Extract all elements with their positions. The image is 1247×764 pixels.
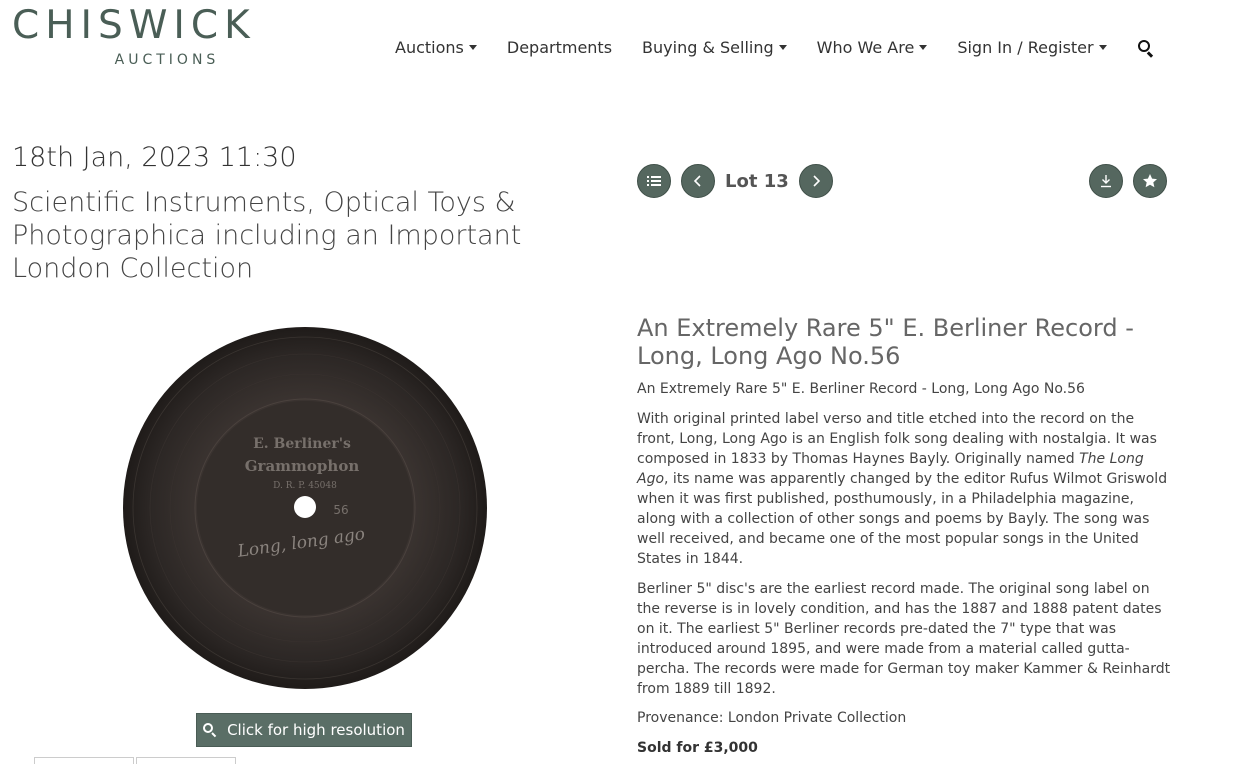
lot-title: An Extremely Rare 5" E. Berliner Record … — [637, 314, 1134, 370]
sale-date: 18th Jan, 2023 11:30 — [12, 142, 297, 173]
nav-buying-selling[interactable]: Buying & Selling — [642, 38, 787, 57]
thumbnail[interactable] — [136, 757, 236, 764]
star-icon — [1143, 174, 1157, 188]
lot-list-button[interactable] — [637, 164, 671, 198]
nav-who-we-are-label: Who We Are — [816, 38, 915, 57]
next-lot-button[interactable] — [798, 164, 833, 198]
nav-departments[interactable]: Departments — [507, 38, 612, 57]
caret-down-icon — [919, 45, 928, 50]
caret-down-icon — [778, 45, 787, 50]
caret-down-icon — [468, 45, 477, 50]
sold-price: Sold for £3,000 — [637, 740, 758, 756]
lot-number: Lot 13 — [725, 170, 789, 192]
nav-who-we-are[interactable]: Who We Are — [817, 38, 928, 57]
chiswick-logo[interactable]: CHISWICK AUCTIONS — [12, 3, 312, 69]
spindle-hole — [294, 496, 316, 518]
record-disc: E. Berliner's Grammophon D. R. P. 45048 … — [123, 327, 487, 689]
nav-auctions[interactable]: Auctions — [395, 38, 477, 57]
chevron-right-icon — [813, 175, 820, 187]
nav-departments-label: Departments — [506, 38, 613, 57]
lot-subtitle: An Extremely Rare 5" E. Berliner Record … — [637, 381, 1085, 397]
thumbnail[interactable] — [34, 757, 134, 764]
nav-auctions-label: Auctions — [395, 38, 464, 57]
lot-description-2: Berliner 5" disc's are the earliest reco… — [637, 581, 1171, 697]
sale-title[interactable]: Scientific Instruments, Optical Toys & P… — [12, 186, 592, 285]
record-label-line3: D. R. P. 45048 — [273, 481, 337, 491]
main-nav: Auctions Departments Buying & Selling Wh… — [395, 38, 1155, 57]
record-label-line1: E. Berliner's — [253, 436, 351, 452]
nav-sign-in-label: Sign In / Register — [957, 38, 1094, 57]
high-resolution-button[interactable]: Click for high resolution — [196, 713, 412, 747]
search-icon[interactable] — [1137, 39, 1155, 57]
caret-down-icon — [1098, 45, 1107, 50]
lot-navigation: Lot 13 — [637, 164, 833, 198]
lot-actions — [1089, 164, 1167, 198]
desc1-part-b: , its name was apparently changed by the… — [637, 471, 1168, 567]
logo-subtitle: AUCTIONS — [114, 52, 220, 68]
record-number: 56 — [333, 503, 348, 517]
nav-sign-in[interactable]: Sign In / Register — [957, 38, 1107, 57]
download-icon — [1101, 175, 1111, 188]
nav-buying-selling-label: Buying & Selling — [642, 38, 774, 57]
previous-lot-button[interactable] — [681, 164, 715, 198]
provenance: Provenance: London Private Collection — [637, 710, 907, 726]
high-resolution-label: Click for high resolution — [227, 721, 405, 739]
download-button[interactable] — [1089, 164, 1123, 198]
lot-description-1: With original printed label verso and ti… — [637, 409, 1172, 569]
record-label-line2: Grammophon — [245, 457, 360, 475]
list-icon — [647, 176, 661, 186]
lot-image[interactable]: E. Berliner's Grammophon D. R. P. 45048 … — [122, 326, 488, 690]
favourite-button[interactable] — [1133, 164, 1167, 198]
logo-wordmark: CHISWICK — [12, 3, 256, 48]
chevron-left-icon — [693, 175, 701, 187]
thumbnail-strip — [34, 757, 238, 764]
search-icon — [203, 723, 217, 738]
